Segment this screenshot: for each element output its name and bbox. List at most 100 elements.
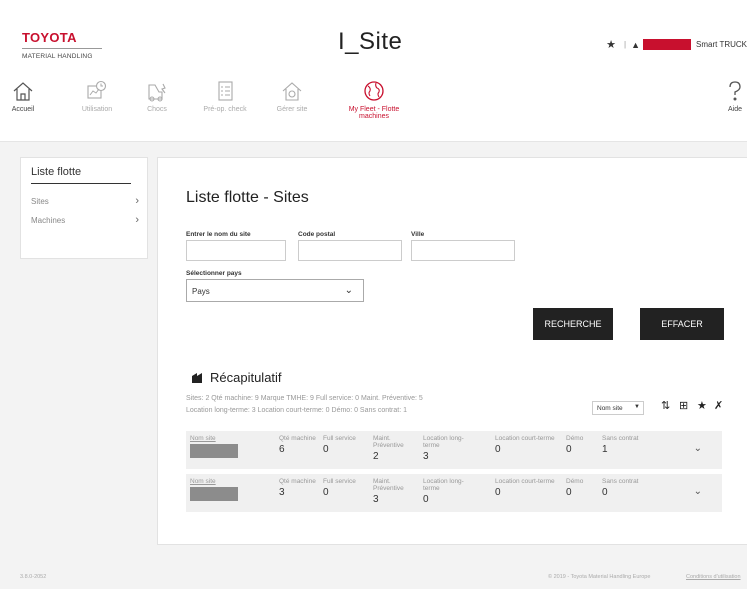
recap-summary-line: Sites: 2 Qté machine: 9 Marque TMHE: 9 F… <box>186 395 423 402</box>
nav-label: My Fleet - Flotte machines <box>348 106 400 120</box>
clear-filter-icon[interactable]: ✗ <box>714 399 723 412</box>
clear-button[interactable]: EFFACER <box>640 308 724 340</box>
cell-label: Démo <box>566 478 584 485</box>
cell-value: 3 <box>373 494 379 505</box>
home-icon <box>13 82 33 101</box>
chevron-right-icon: › <box>135 195 139 207</box>
site-name-cell: Nom site <box>190 435 238 458</box>
short-term-cell: Location court-terme 0 <box>495 435 555 455</box>
app-header: TOYOTA MATERIAL HANDLING I_Site ★ | ▲ Sm… <box>0 0 747 70</box>
expand-chevron-icon[interactable]: ⌄ <box>694 443 702 454</box>
maint-cell: Maint. Préventive 3 <box>373 478 409 505</box>
sort-select-value: Nom site <box>597 405 623 412</box>
company-name[interactable]: Smart TRUCK <box>696 40 747 49</box>
version-text: 3.8.0-2052 <box>20 574 47 580</box>
cell-label: Location court-terme <box>495 478 555 485</box>
search-button[interactable]: RECHERCHE <box>533 308 613 340</box>
recap-title: Récapitulatif <box>210 370 282 385</box>
cell-label: Sans contrat <box>602 435 639 442</box>
cell-label[interactable]: Nom site <box>190 435 238 442</box>
full-service-cell: Full service 0 <box>323 478 363 498</box>
toyota-logo[interactable]: TOYOTA MATERIAL HANDLING <box>22 30 102 60</box>
add-icon[interactable]: ⊞ <box>679 399 688 412</box>
terms-link[interactable]: Conditions d'utilisation <box>686 574 741 580</box>
maint-cell: Maint. Préventive 2 <box>373 435 409 462</box>
nav-item-my-fleet[interactable]: My Fleet - Flotte machines <box>338 80 410 120</box>
copyright-text: © 2019 - Toyota Material Handling Europe <box>548 574 651 580</box>
cell-value: 0 <box>566 487 572 498</box>
cell-value: 3 <box>423 451 429 462</box>
no-contract-cell: Sans contrat 0 <box>602 478 639 498</box>
sidebar: Liste flotte Sites › Machines › <box>20 157 148 259</box>
usage-icon <box>87 80 107 99</box>
redacted-site-name <box>190 444 238 458</box>
user-icon[interactable]: ▲ <box>631 40 640 50</box>
site-name-label: Entrer le nom du site <box>186 231 251 238</box>
page-title: Liste flotte - Sites <box>186 189 309 206</box>
nav-label: Accueil <box>11 106 35 113</box>
nav-item-usage[interactable]: Utilisation <box>74 80 120 113</box>
cell-label: Maint. Préventive <box>373 435 404 449</box>
cell-value: 3 <box>279 487 285 498</box>
city-input[interactable] <box>411 240 515 261</box>
sidebar-item-sites[interactable]: Sites › <box>31 195 139 207</box>
expand-chevron-icon[interactable]: ⌄ <box>694 486 702 497</box>
site-name-input[interactable] <box>186 240 286 261</box>
caret-down-icon: ▼ <box>634 404 640 410</box>
nav-item-home[interactable]: Accueil <box>8 80 38 113</box>
short-term-cell: Location court-terme 0 <box>495 478 555 498</box>
cell-label: Qté machine <box>279 435 316 442</box>
main-nav: Accueil Utilisation Chocs Pré-op. check … <box>0 74 747 142</box>
app-title: I_Site <box>338 28 403 55</box>
sort-order-icon[interactable]: ⇅ <box>661 399 670 412</box>
cell-label: Sans contrat <box>602 478 639 485</box>
sidebar-item-machines[interactable]: Machines › <box>31 214 139 226</box>
postal-code-label: Code postal <box>298 231 336 238</box>
nav-item-preop-check[interactable]: Pré-op. check <box>196 80 254 113</box>
demo-cell: Démo 0 <box>566 478 583 498</box>
help-icon <box>729 81 741 101</box>
manage-site-icon <box>282 82 302 101</box>
cell-label: Location long-terme <box>423 478 464 492</box>
sidebar-divider <box>31 183 131 184</box>
nav-item-manage-site[interactable]: Gérer site <box>270 80 314 113</box>
qty-cell: Qté machine 6 <box>279 435 316 455</box>
cell-value: 0 <box>602 487 608 498</box>
checklist-icon <box>218 81 233 101</box>
sort-select[interactable]: Nom site ▼ <box>592 401 644 415</box>
cell-label: Full service <box>323 435 356 442</box>
nav-label: Gérer site <box>276 106 308 113</box>
nav-label: Utilisation <box>81 106 113 113</box>
header-separator: | <box>624 40 627 49</box>
cell-label[interactable]: Nom site <box>190 478 238 485</box>
redacted-user-name[interactable] <box>643 39 692 50</box>
sidebar-item-label: Sites <box>31 197 49 206</box>
content-panel: Liste flotte - Sites Entrer le nom du si… <box>157 157 747 545</box>
cell-label: Démo <box>566 435 584 442</box>
recap-summary: Sites: 2 Qté machine: 9 Marque TMHE: 9 F… <box>186 393 546 417</box>
cell-label: Location court-terme <box>495 435 555 442</box>
country-label: Sélectionner pays <box>186 270 242 277</box>
country-select[interactable]: Pays ⌄ <box>186 279 364 302</box>
cell-label: Qté machine <box>279 478 316 485</box>
nav-item-shocks[interactable]: Chocs <box>142 80 172 113</box>
favorites-star-icon[interactable]: ★ <box>606 38 616 51</box>
chevron-right-icon: › <box>135 214 139 226</box>
sidebar-item-label: Machines <box>31 216 66 225</box>
demo-cell: Démo 0 <box>566 435 583 455</box>
cell-label: Maint. Préventive <box>373 478 404 492</box>
user-area: ★ | ▲ Smart TRUCK <box>606 38 747 51</box>
postal-code-input[interactable] <box>298 240 402 261</box>
table-row[interactable]: Nom site Qté machine 3 Full service 0 Ma… <box>186 474 722 512</box>
site-name-cell: Nom site <box>190 478 238 501</box>
country-select-value: Pays <box>192 287 210 296</box>
table-row[interactable]: Nom site Qté machine 6 Full service 0 Ma… <box>186 431 722 469</box>
recap-summary-line: Location long-terme: 3 Location court-te… <box>186 407 408 414</box>
nav-item-help[interactable]: Aide <box>723 80 747 113</box>
shock-icon <box>148 83 166 102</box>
cell-value: 0 <box>323 487 329 498</box>
favorite-star-icon[interactable]: ★ <box>697 399 707 412</box>
long-term-cell: Location long-terme 3 <box>423 435 479 462</box>
cell-value: 6 <box>279 444 285 455</box>
cell-label: Full service <box>323 478 356 485</box>
